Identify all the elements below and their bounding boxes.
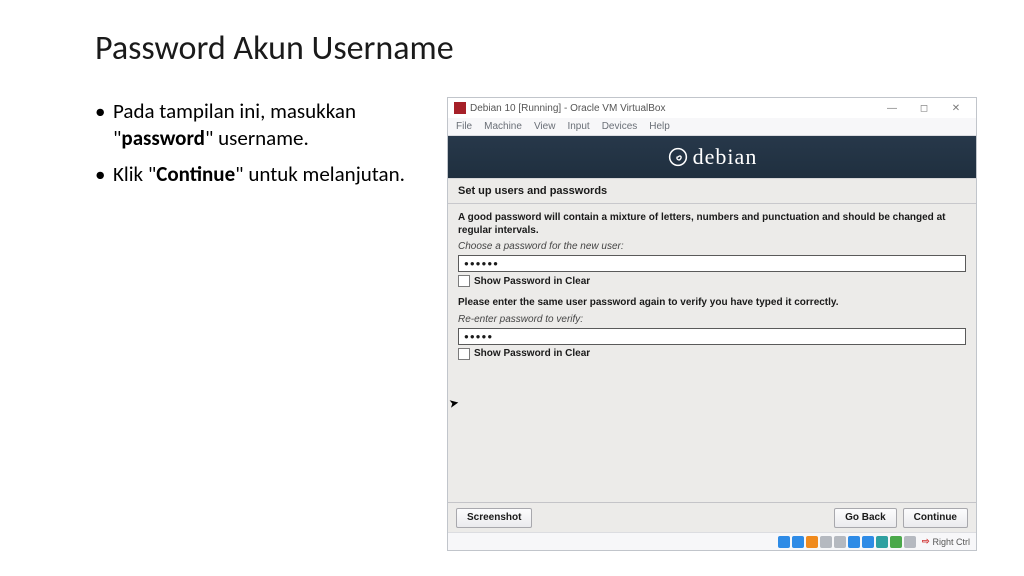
status-cpu-icon bbox=[904, 536, 916, 548]
minimize-button[interactable]: — bbox=[878, 100, 906, 116]
text-bold: Continue bbox=[156, 161, 235, 187]
status-usb-icon bbox=[806, 536, 818, 548]
virtualbox-window: Debian 10 [Running] - Oracle VM VirtualB… bbox=[447, 97, 977, 551]
text: " username. bbox=[205, 125, 309, 151]
menubar: File Machine View Input Devices Help bbox=[448, 118, 976, 136]
status-shared-icon bbox=[834, 536, 846, 548]
window-title: Debian 10 [Running] - Oracle VM VirtualB… bbox=[470, 103, 665, 114]
menu-file[interactable]: File bbox=[456, 121, 472, 132]
menu-view[interactable]: View bbox=[534, 121, 556, 132]
show-password-checkbox-1[interactable] bbox=[458, 275, 470, 287]
go-back-button[interactable]: Go Back bbox=[834, 508, 897, 528]
vbox-status-bar: ⇨ Right Ctrl bbox=[448, 532, 976, 550]
menu-input[interactable]: Input bbox=[567, 121, 589, 132]
hint-text-verify: Please enter the same user password agai… bbox=[458, 297, 966, 310]
show-password-row-2: Show Password in Clear bbox=[458, 348, 966, 360]
show-password-label-1: Show Password in Clear bbox=[474, 276, 590, 287]
show-password-row-1: Show Password in Clear bbox=[458, 275, 966, 287]
close-button[interactable]: ✕ bbox=[942, 100, 970, 116]
screenshot-button[interactable]: Screenshot bbox=[456, 508, 532, 528]
installer-banner: debian bbox=[448, 136, 976, 178]
continue-button[interactable]: Continue bbox=[903, 508, 968, 528]
status-audio-icon bbox=[820, 536, 832, 548]
slide-body: Pada tampilan ini, masukkan "password" u… bbox=[95, 98, 425, 196]
debian-logo: debian bbox=[667, 144, 758, 170]
menu-machine[interactable]: Machine bbox=[484, 121, 522, 132]
vbox-icon bbox=[454, 102, 466, 114]
status-recording-icon bbox=[890, 536, 902, 548]
status-hdd-icon bbox=[778, 536, 790, 548]
installer-footer: Screenshot Go Back Continue bbox=[448, 502, 976, 532]
debian-swirl-icon bbox=[667, 146, 689, 168]
host-key-arrow-icon: ⇨ bbox=[922, 536, 930, 547]
window-titlebar[interactable]: Debian 10 [Running] - Oracle VM VirtualB… bbox=[448, 98, 976, 118]
bullet-item: Klik "Continue" untuk melanjutan. bbox=[95, 161, 425, 188]
installer-heading: Set up users and passwords bbox=[448, 178, 976, 204]
menu-help[interactable]: Help bbox=[649, 121, 670, 132]
maximize-button[interactable]: ◻ bbox=[910, 100, 938, 116]
debian-logo-text: debian bbox=[693, 144, 758, 170]
text: Klik " bbox=[113, 161, 156, 187]
text: " untuk melanjutan. bbox=[235, 161, 405, 187]
debian-installer: debian Set up users and passwords A good… bbox=[448, 136, 976, 532]
show-password-label-2: Show Password in Clear bbox=[474, 348, 590, 359]
bullet-item: Pada tampilan ini, masukkan "password" u… bbox=[95, 98, 425, 153]
status-network-icon bbox=[848, 536, 860, 548]
slide-title: Password Akun Username bbox=[95, 28, 454, 69]
installer-body: A good password will contain a mixture o… bbox=[448, 204, 976, 502]
prompt-new-password: Choose a password for the new user: bbox=[458, 241, 966, 252]
status-clipboard-icon bbox=[876, 536, 888, 548]
show-password-checkbox-2[interactable] bbox=[458, 348, 470, 360]
prompt-verify-password: Re-enter password to verify: bbox=[458, 314, 966, 325]
menu-devices[interactable]: Devices bbox=[602, 121, 638, 132]
text-bold: password bbox=[121, 125, 205, 151]
status-cd-icon bbox=[792, 536, 804, 548]
password-input[interactable]: ●●●●●● bbox=[458, 255, 966, 272]
hint-text: A good password will contain a mixture o… bbox=[458, 212, 966, 237]
status-display-icon bbox=[862, 536, 874, 548]
host-key-text: Right Ctrl bbox=[932, 537, 970, 547]
password-verify-input[interactable]: ●●●●● bbox=[458, 328, 966, 345]
host-key-indicator: ⇨ Right Ctrl bbox=[922, 536, 970, 547]
